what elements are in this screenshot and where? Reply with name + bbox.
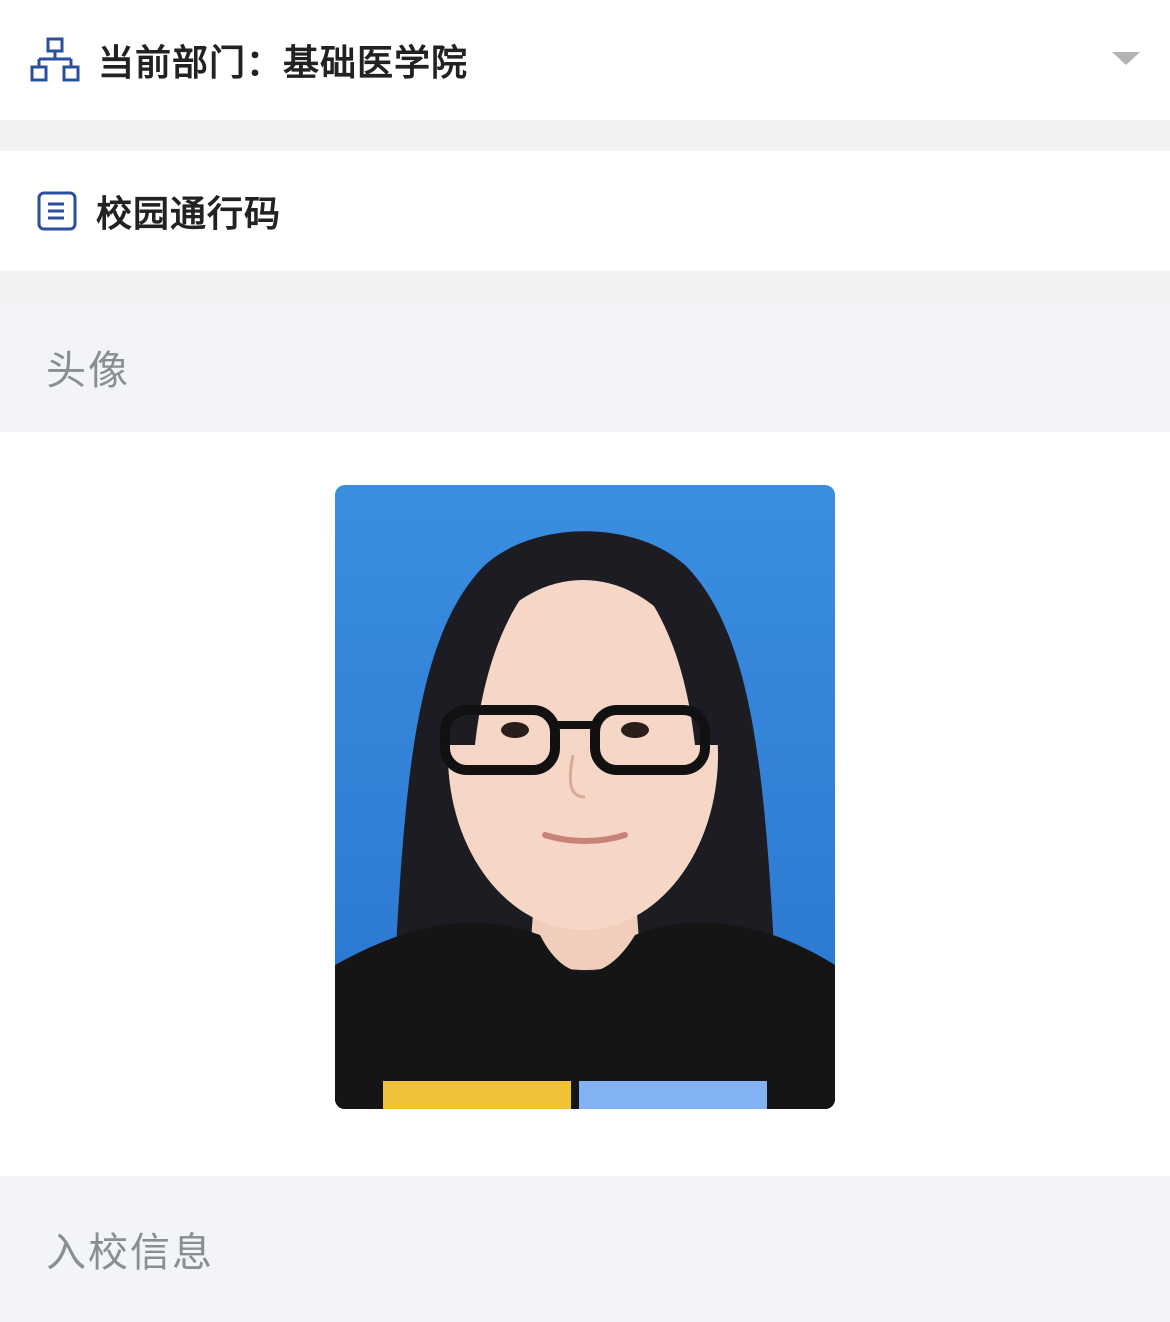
- divider: [0, 120, 1170, 151]
- department-prefix: 当前部门：: [98, 43, 284, 84]
- campus-pass-item[interactable]: 校园通行码: [0, 151, 1170, 271]
- org-structure-icon: [30, 35, 80, 85]
- caret-down-icon[interactable]: [1112, 52, 1140, 65]
- campus-pass-label: 校园通行码: [96, 194, 282, 235]
- avatar-section-header: 头像: [0, 302, 1170, 432]
- department-selector[interactable]: 当前部门：基础医学院: [0, 0, 1170, 120]
- avatar-photo[interactable]: [335, 485, 835, 1109]
- admission-section-title: 入校信息: [46, 1230, 214, 1276]
- department-label: 当前部门：基础医学院: [98, 34, 468, 86]
- department-name: 基础医学院: [283, 43, 469, 84]
- avatar-section-title: 头像: [46, 348, 130, 394]
- admission-section-header: 入校信息: [0, 1176, 1170, 1322]
- document-list-icon: [32, 186, 82, 236]
- divider: [0, 271, 1170, 302]
- avatar-container: [0, 432, 1170, 1176]
